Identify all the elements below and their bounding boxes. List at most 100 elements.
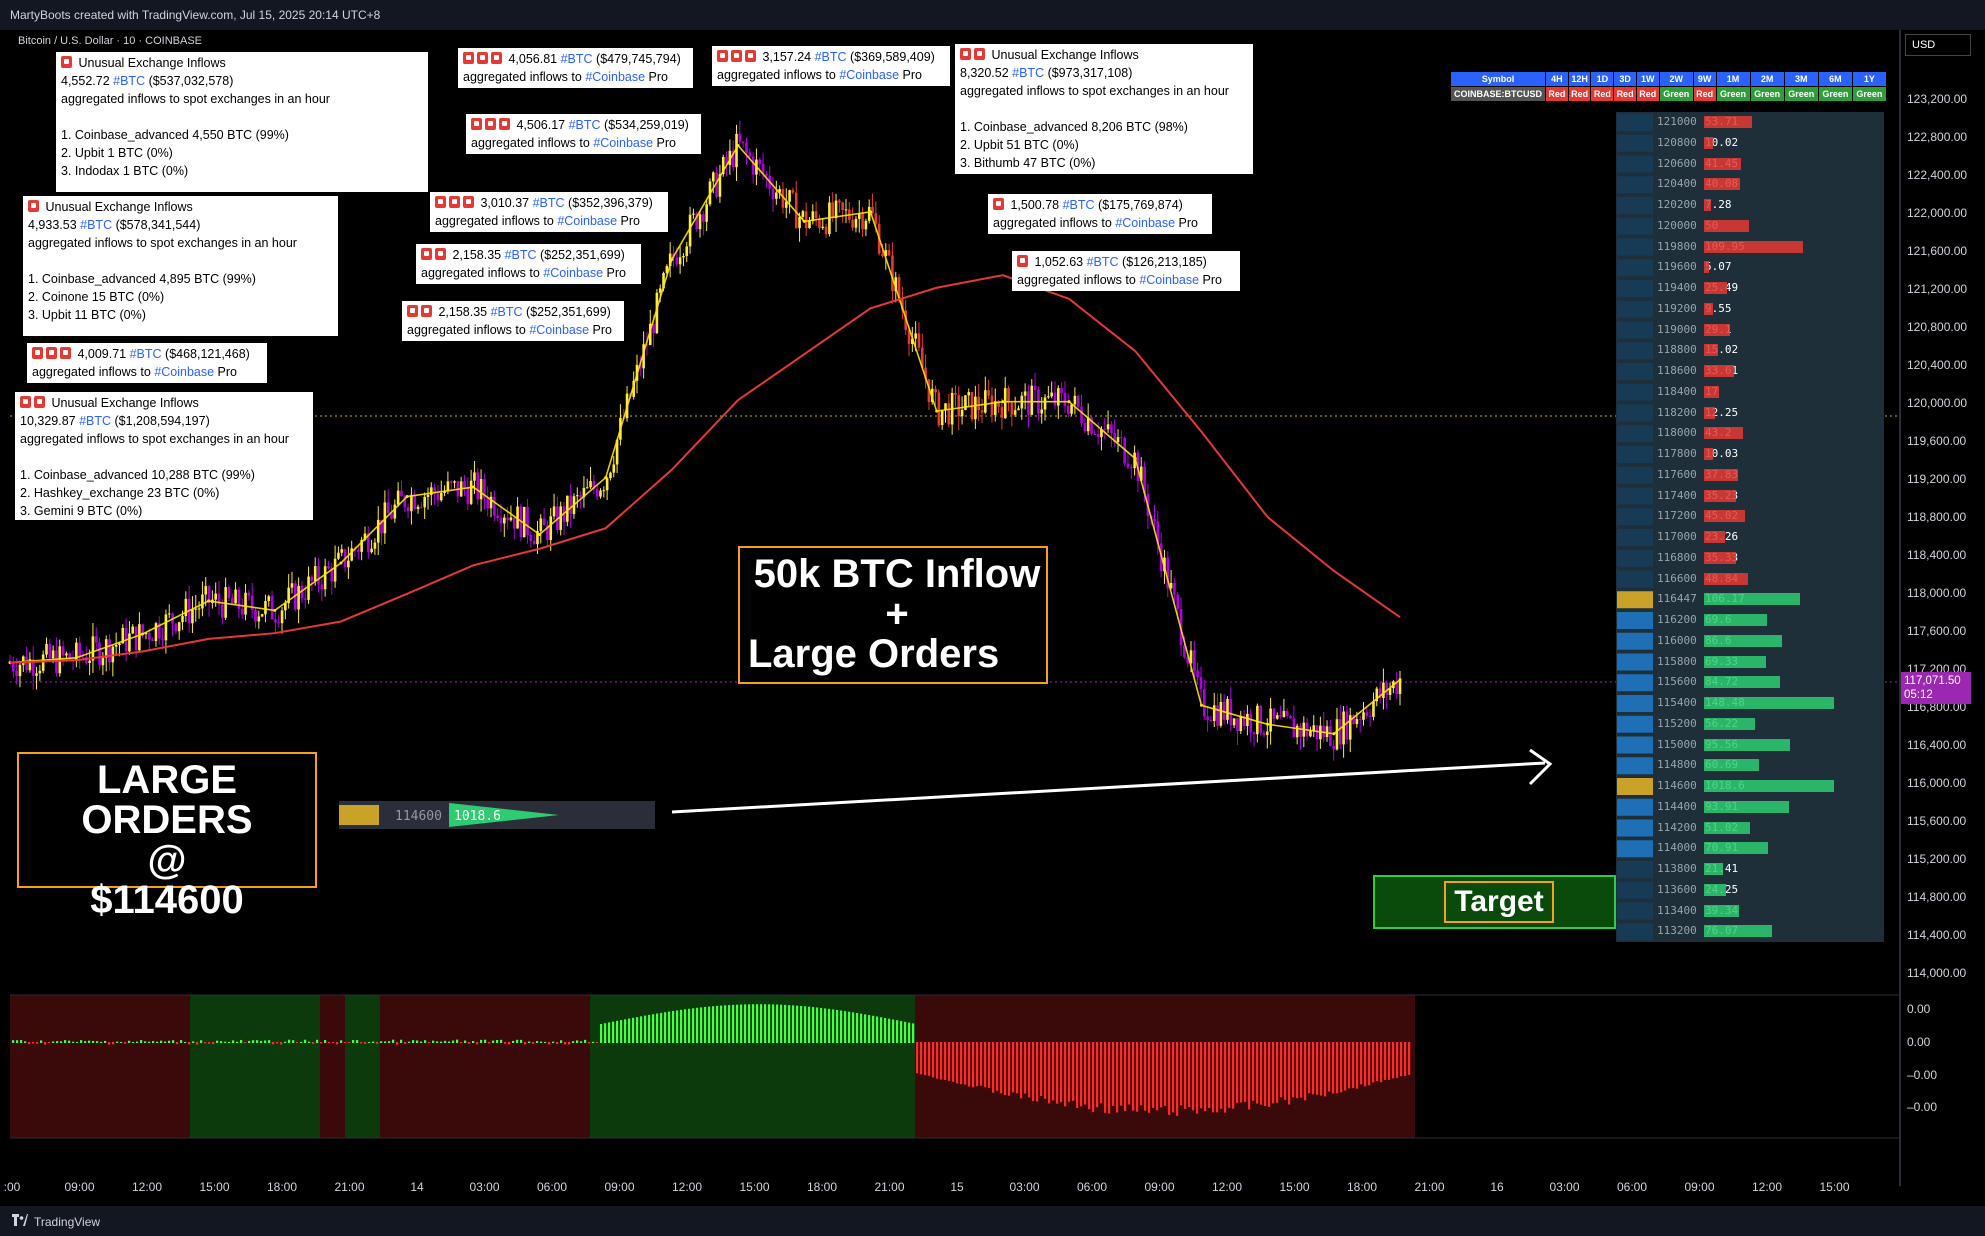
alert-icon bbox=[463, 196, 474, 208]
dom-volume-bar bbox=[1704, 759, 1759, 772]
histogram-bar bbox=[36, 1042, 39, 1044]
histogram-bar bbox=[612, 1021, 615, 1043]
dom-price: 114600 bbox=[1657, 779, 1697, 792]
candle-body bbox=[1219, 701, 1223, 726]
currency-selector[interactable]: USD bbox=[1905, 34, 1971, 56]
inflow-note: Unusual Exchange Inflows 8,320.52 #BTC ($… bbox=[955, 44, 1253, 174]
note-line: 1. Coinbase_advanced 4,550 BTC (99%) bbox=[61, 128, 289, 142]
heat-cell bbox=[1617, 114, 1653, 131]
heat-cell bbox=[1617, 674, 1653, 692]
histogram-bar bbox=[468, 1042, 471, 1044]
candle-body bbox=[453, 481, 456, 483]
candle-body bbox=[539, 518, 543, 531]
histogram-bar bbox=[376, 1042, 379, 1044]
alert-icon bbox=[731, 50, 742, 62]
candle-body bbox=[841, 202, 844, 211]
candle-body bbox=[980, 410, 984, 413]
histogram-bar bbox=[460, 1042, 463, 1044]
candle-body bbox=[307, 576, 310, 600]
time-tick: 09:00 bbox=[1684, 1180, 1715, 1194]
candle-body bbox=[745, 142, 748, 153]
alert-icon bbox=[960, 48, 971, 60]
candle-body bbox=[138, 624, 141, 651]
dom-price: 118400 bbox=[1657, 384, 1697, 398]
price-tick: 119,200.00 bbox=[1907, 472, 1967, 486]
heat-cell bbox=[1617, 300, 1653, 318]
histogram-bar bbox=[976, 1042, 979, 1087]
histogram-bar bbox=[196, 1042, 199, 1045]
histogram-bar bbox=[140, 1040, 143, 1043]
data-point bbox=[207, 599, 211, 603]
histogram-bar bbox=[232, 1040, 235, 1043]
candle-body bbox=[244, 592, 247, 615]
note-title: Unusual Exchange Inflows bbox=[48, 396, 199, 410]
time-tick: 03:00 bbox=[1009, 1180, 1040, 1194]
histogram-bar bbox=[592, 1041, 595, 1043]
candle-body bbox=[1129, 467, 1133, 469]
alert-icon bbox=[485, 118, 496, 130]
candle-body bbox=[493, 496, 496, 516]
dom-volume-bar bbox=[1704, 136, 1714, 149]
time-tick: 12:00 bbox=[671, 1180, 703, 1194]
candle-body bbox=[396, 490, 400, 505]
histogram-bar bbox=[424, 1040, 427, 1043]
histogram-bar bbox=[708, 1006, 711, 1043]
alert-icon bbox=[993, 198, 1004, 210]
histogram-bar bbox=[828, 1008, 831, 1043]
tf-cell: Red bbox=[1545, 86, 1569, 102]
candle-body bbox=[1053, 392, 1057, 406]
histogram-bar bbox=[672, 1010, 675, 1043]
candle-body bbox=[1116, 437, 1120, 442]
candle-body bbox=[937, 392, 941, 426]
histogram-bar bbox=[1224, 1042, 1227, 1113]
histogram-bar bbox=[768, 1004, 771, 1043]
heat-cell bbox=[1617, 217, 1653, 235]
alert-icon bbox=[449, 196, 460, 208]
histogram-bar bbox=[796, 1005, 799, 1043]
data-point bbox=[1398, 678, 1402, 682]
histogram-bar bbox=[1356, 1042, 1359, 1089]
histogram-bar bbox=[1052, 1042, 1055, 1101]
note-line: aggregated inflows to #Coinbase Pro bbox=[407, 323, 613, 337]
note-header: 1,052.63 #BTC ($126,213,185) bbox=[1017, 253, 1235, 271]
histogram-bar bbox=[1072, 1042, 1075, 1101]
timeframe-table: Symbol 4H 12H 1D 3D 1W 2W 9W 1M 2M 3M 6M 1Y COINBASE… bbox=[1450, 71, 1888, 102]
dom-volume-bar bbox=[1704, 904, 1740, 917]
note-header: Unusual Exchange Inflows bbox=[20, 394, 308, 412]
data-point bbox=[935, 409, 939, 413]
candle-body bbox=[327, 566, 330, 569]
note-line bbox=[61, 108, 423, 126]
dom-price: 119200 bbox=[1657, 301, 1697, 315]
dom-price: 118000 bbox=[1657, 426, 1697, 440]
dom-volume-bar bbox=[1704, 738, 1790, 751]
candle-body bbox=[682, 255, 685, 258]
histogram-bar bbox=[664, 1012, 667, 1043]
note-line: 3. Gemini 9 BTC (0%) bbox=[20, 504, 143, 518]
histogram-bar bbox=[224, 1041, 227, 1043]
candle-body bbox=[559, 506, 562, 530]
histogram-bar bbox=[284, 1041, 287, 1043]
heat-cell bbox=[1617, 881, 1653, 899]
histogram-bar bbox=[1084, 1042, 1087, 1105]
dom-price: 116800 bbox=[1657, 550, 1697, 564]
histogram-bar bbox=[308, 1041, 311, 1043]
candle-body bbox=[1202, 689, 1206, 717]
candle-body bbox=[204, 586, 208, 595]
candle-body bbox=[738, 133, 742, 142]
tf-cell: Red bbox=[1613, 86, 1637, 102]
alert-icon bbox=[745, 50, 756, 62]
candle-body bbox=[264, 601, 267, 615]
histogram-bar bbox=[80, 1040, 83, 1043]
callout-large-line3: $114600 bbox=[90, 878, 244, 922]
note-header: Unusual Exchange Inflows bbox=[28, 198, 333, 216]
inflow-note: 4,506.17 #BTC ($534,259,019) aggregated i… bbox=[466, 114, 701, 154]
alert-icon bbox=[46, 347, 57, 359]
histogram-bar bbox=[1048, 1042, 1051, 1104]
candle-body bbox=[542, 518, 546, 526]
histogram-bar bbox=[528, 1041, 531, 1043]
note-line: aggregated inflows to #Coinbase Pro bbox=[463, 70, 669, 84]
histogram-bar bbox=[144, 1041, 147, 1043]
candle-body bbox=[814, 211, 818, 219]
note-header: 4,506.17 #BTC ($534,259,019) bbox=[471, 116, 696, 134]
histogram-bar bbox=[1148, 1042, 1151, 1113]
